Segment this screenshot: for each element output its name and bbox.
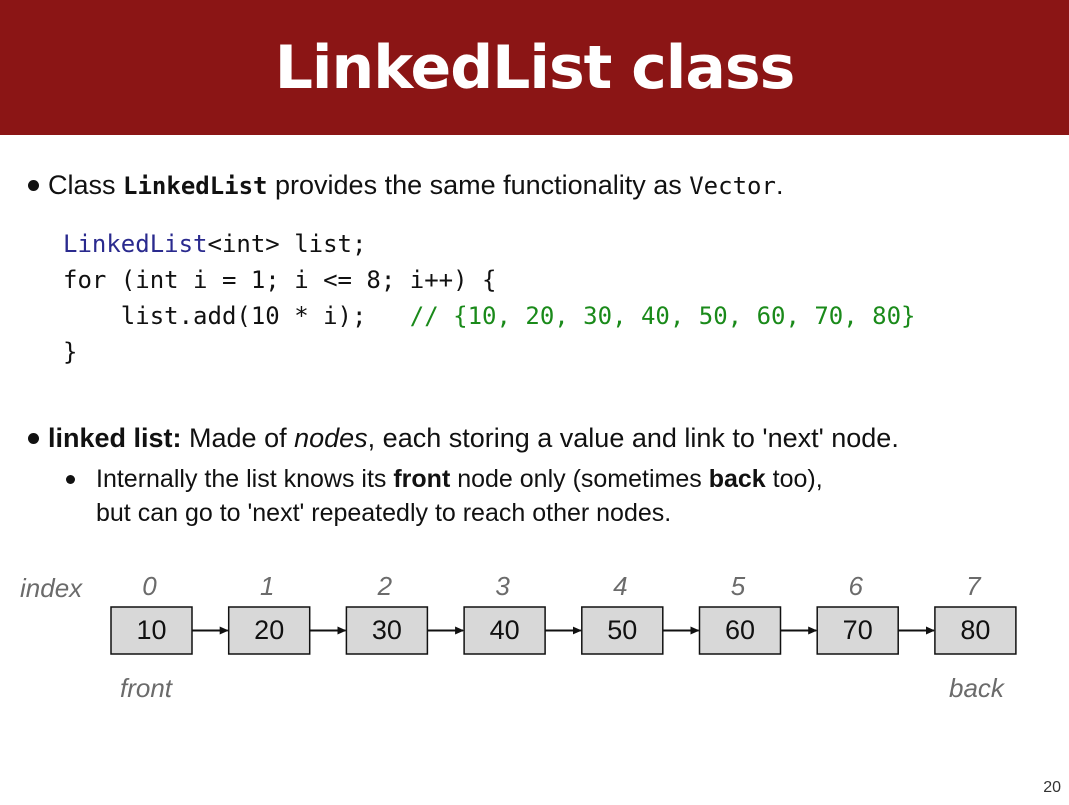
code-class-keyword: LinkedList <box>63 230 208 258</box>
node-value-1: 20 <box>254 615 284 645</box>
sub-bullet-back: back <box>708 465 766 493</box>
node-index-4: 4 <box>613 571 627 601</box>
node-value-0: 10 <box>136 615 166 645</box>
sub-bullet-dot <box>66 475 75 484</box>
node-value-3: 40 <box>490 615 520 645</box>
code-block: LinkedList<int> list; for (int i = 1; i <… <box>63 226 916 370</box>
index-label: index <box>20 573 83 603</box>
code-line-3-code: list.add(10 * i); <box>63 302 410 330</box>
bullet-1-class-name: LinkedList <box>123 172 268 200</box>
code-line-1: LinkedList<int> list; <box>63 226 916 262</box>
node-index-1: 1 <box>260 571 274 601</box>
bullet-1-other-class: Vector <box>689 172 776 200</box>
node-index-3: 3 <box>495 571 510 601</box>
bullet-2-text-post: , each storing a value and link to 'next… <box>367 423 899 453</box>
node-index-5: 5 <box>731 571 746 601</box>
sub-bullet-text-pre: Internally the list knows its <box>96 465 394 493</box>
node-value-5: 60 <box>725 615 755 645</box>
linked-list-diagram: index 0 10 1 20 2 30 3 40 4 50 5 60 6 70 7 80 front bac… <box>20 571 1017 703</box>
front-label: front <box>120 673 174 703</box>
node-index-7: 7 <box>966 571 982 601</box>
node-index-0: 0 <box>142 571 157 601</box>
bullet-2-text-pre: Made of <box>181 423 295 453</box>
bullet-1-text-end: . <box>775 170 784 200</box>
bullet-1: Class LinkedList provides the same funct… <box>48 168 783 203</box>
node-value-4: 50 <box>607 615 637 645</box>
back-label: back <box>949 673 1006 703</box>
sub-bullet-text-end: too), <box>765 465 823 493</box>
bullet-2: linked list: Made of nodes, each storing… <box>48 421 899 455</box>
bullet-1-text-pre: Class <box>48 170 124 200</box>
bullet-1-text-mid: provides the same functionality as <box>267 170 690 200</box>
code-line-1-rest: <int> list; <box>207 230 367 258</box>
sub-bullet: Internally the list knows its front node… <box>96 462 823 530</box>
bullet-2-emphasis: nodes <box>294 423 368 453</box>
node-index-2: 2 <box>377 571 393 601</box>
bullet-dot-2 <box>28 433 39 444</box>
title-bar: LinkedList class <box>0 0 1069 135</box>
node-index-6: 6 <box>848 571 863 601</box>
node-value-2: 30 <box>372 615 402 645</box>
sub-bullet-text-mid: node only (sometimes <box>450 465 709 493</box>
code-line-3: list.add(10 * i); // {10, 20, 30, 40, 50… <box>63 298 916 334</box>
slide-title: LinkedList class <box>274 32 796 103</box>
sub-bullet-front: front <box>393 465 451 493</box>
sub-bullet-line-1: Internally the list knows its front node… <box>96 462 823 496</box>
bullet-2-term: linked list: <box>48 423 182 453</box>
code-comment: // {10, 20, 30, 40, 50, 60, 70, 80} <box>409 302 916 330</box>
node-value-7: 80 <box>960 615 990 645</box>
code-line-2: for (int i = 1; i <= 8; i++) { <box>63 266 497 294</box>
sub-bullet-line-2: but can go to 'next' repeatedly to reach… <box>96 499 672 527</box>
nodes-layer: 0 10 1 20 2 30 3 40 4 50 5 60 6 70 7 80 <box>110 571 1017 655</box>
node-value-6: 70 <box>843 615 873 645</box>
page-number: 20 <box>1043 779 1061 796</box>
code-line-4: } <box>63 338 78 366</box>
bullet-dot-1 <box>28 180 39 191</box>
